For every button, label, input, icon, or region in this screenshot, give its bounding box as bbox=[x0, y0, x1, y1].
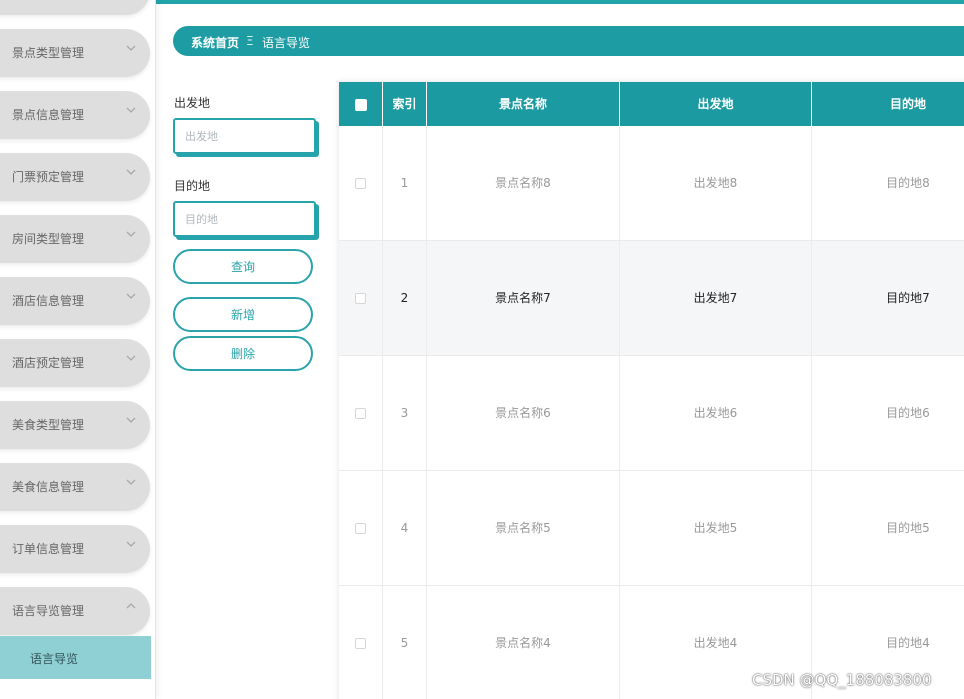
row-checkbox[interactable] bbox=[355, 523, 366, 534]
chevron-down-icon bbox=[126, 293, 136, 299]
sidebar-item-food-info[interactable]: 美食信息管理 bbox=[0, 463, 150, 511]
add-button[interactable]: 新增 bbox=[173, 297, 313, 332]
cell-from: 出发地8 bbox=[620, 126, 812, 241]
sidebar-subitem-label: 语言导览 bbox=[30, 652, 79, 666]
column-header-index[interactable]: 索引 bbox=[383, 82, 427, 126]
cell-to: 目的地5 bbox=[886, 521, 930, 535]
breadcrumb-current: 语言导览 bbox=[262, 36, 311, 50]
cell-to: 目的地6 bbox=[886, 406, 930, 420]
sidebar-item-audio-guide[interactable]: 语言导览管理 bbox=[0, 587, 150, 635]
delete-button[interactable]: 删除 bbox=[173, 336, 313, 371]
cell-index: 3 bbox=[383, 356, 427, 471]
sidebar-item-label: 景点信息管理 bbox=[12, 108, 85, 122]
departure-label: 出发地 bbox=[174, 96, 211, 110]
table-row[interactable]: 3 景点名称6 出发地6 目的地6 bbox=[339, 356, 964, 471]
row-select-cell bbox=[339, 356, 383, 471]
cell-to: 目的地8 bbox=[886, 176, 930, 190]
chevron-down-icon bbox=[126, 169, 136, 175]
sidebar-item-label: 美食信息管理 bbox=[12, 480, 85, 494]
sidebar-subitem-audio-guide[interactable]: 语言导览 bbox=[0, 636, 151, 679]
sidebar-item-label: 酒店信息管理 bbox=[12, 294, 85, 308]
row-select-cell bbox=[339, 471, 383, 586]
breadcrumb-home-link[interactable]: 系统首页 bbox=[191, 34, 239, 51]
destination-label: 目的地 bbox=[174, 179, 211, 193]
cell-from: 出发地7 bbox=[620, 241, 812, 356]
sidebar-item-order-info[interactable]: 订单信息管理 bbox=[0, 525, 150, 573]
table-row[interactable]: 1 景点名称8 出发地8 目的地8 bbox=[339, 126, 964, 241]
row-select-cell bbox=[339, 241, 383, 356]
row-checkbox[interactable] bbox=[355, 408, 366, 419]
select-all-checkbox[interactable] bbox=[354, 98, 367, 111]
departure-input[interactable] bbox=[173, 118, 316, 154]
sidebar-item-ticket-booking[interactable]: 门票预定管理 bbox=[0, 153, 150, 201]
cell-to: 目的地7 bbox=[886, 291, 930, 305]
row-checkbox[interactable] bbox=[355, 638, 366, 649]
column-header-name[interactable]: 景点名称 bbox=[427, 82, 620, 126]
header-select-cell bbox=[339, 82, 383, 126]
sidebar-item-top-partial[interactable] bbox=[0, 0, 150, 15]
row-select-cell bbox=[339, 586, 383, 699]
row-checkbox[interactable] bbox=[355, 293, 366, 304]
cell-name: 景点名称8 bbox=[427, 126, 620, 241]
cell-name: 景点名称4 bbox=[427, 586, 620, 699]
sidebar-item-hotel-info[interactable]: 酒店信息管理 bbox=[0, 277, 150, 325]
sidebar-item-label: 景点类型管理 bbox=[12, 46, 85, 60]
cell-name: 景点名称6 bbox=[427, 356, 620, 471]
table-header: 索引 景点名称 出发地 目的地 bbox=[339, 82, 964, 126]
destination-input[interactable] bbox=[173, 201, 316, 237]
sidebar-item-label: 酒店预定管理 bbox=[12, 356, 85, 370]
chevron-down-icon bbox=[126, 541, 136, 547]
chevron-down-icon bbox=[126, 355, 136, 361]
cell-index: 2 bbox=[383, 241, 427, 356]
chevron-down-icon bbox=[126, 231, 136, 237]
row-checkbox[interactable] bbox=[355, 178, 366, 189]
column-header-to[interactable]: 目的地 bbox=[812, 82, 964, 126]
cell-from: 出发地6 bbox=[620, 356, 812, 471]
table-row[interactable]: 4 景点名称5 出发地5 目的地5 bbox=[339, 471, 964, 586]
sidebar-item-label: 美食类型管理 bbox=[12, 418, 85, 432]
sidebar: 景点类型管理 景点信息管理 门票预定管理 房间类型管理 酒店信息管理 酒店预定管… bbox=[0, 0, 156, 699]
chevron-up-icon bbox=[126, 603, 136, 609]
sidebar-item-label: 房间类型管理 bbox=[12, 232, 85, 246]
sidebar-item-label: 门票预定管理 bbox=[12, 170, 85, 184]
row-select-cell bbox=[339, 126, 383, 241]
cell-index: 5 bbox=[383, 586, 427, 699]
cell-index: 4 bbox=[383, 471, 427, 586]
column-header-from[interactable]: 出发地 bbox=[620, 82, 812, 126]
chevron-down-icon bbox=[126, 45, 136, 51]
sidebar-item-scenic-info[interactable]: 景点信息管理 bbox=[0, 91, 150, 139]
chevron-down-icon bbox=[126, 417, 136, 423]
table-row[interactable]: 2 景点名称7 出发地7 目的地7 bbox=[339, 241, 964, 356]
chevron-down-icon bbox=[126, 479, 136, 485]
sidebar-item-label: 语言导览管理 bbox=[12, 604, 85, 618]
cell-name: 景点名称5 bbox=[427, 471, 620, 586]
sidebar-item-hotel-booking[interactable]: 酒店预定管理 bbox=[0, 339, 150, 387]
sidebar-item-food-type[interactable]: 美食类型管理 bbox=[0, 401, 150, 449]
sidebar-item-scenic-type[interactable]: 景点类型管理 bbox=[0, 29, 150, 77]
query-button[interactable]: 查询 bbox=[173, 249, 313, 284]
cell-name: 景点名称7 bbox=[427, 241, 620, 356]
breadcrumb: 系统首页 Ξ 语言导览 bbox=[173, 26, 964, 56]
cell-index: 1 bbox=[383, 126, 427, 241]
data-table: 索引 景点名称 出发地 目的地 1 景点名称8 出发地8 目的地8 2 景点名称… bbox=[339, 82, 964, 699]
breadcrumb-separator-icon: Ξ bbox=[246, 34, 254, 48]
watermark-text: CSDN @QQ_188083800 bbox=[752, 671, 932, 689]
sidebar-item-room-type[interactable]: 房间类型管理 bbox=[0, 215, 150, 263]
chevron-down-icon bbox=[126, 107, 136, 113]
cell-from: 出发地5 bbox=[620, 471, 812, 586]
sidebar-item-label: 订单信息管理 bbox=[12, 542, 85, 556]
